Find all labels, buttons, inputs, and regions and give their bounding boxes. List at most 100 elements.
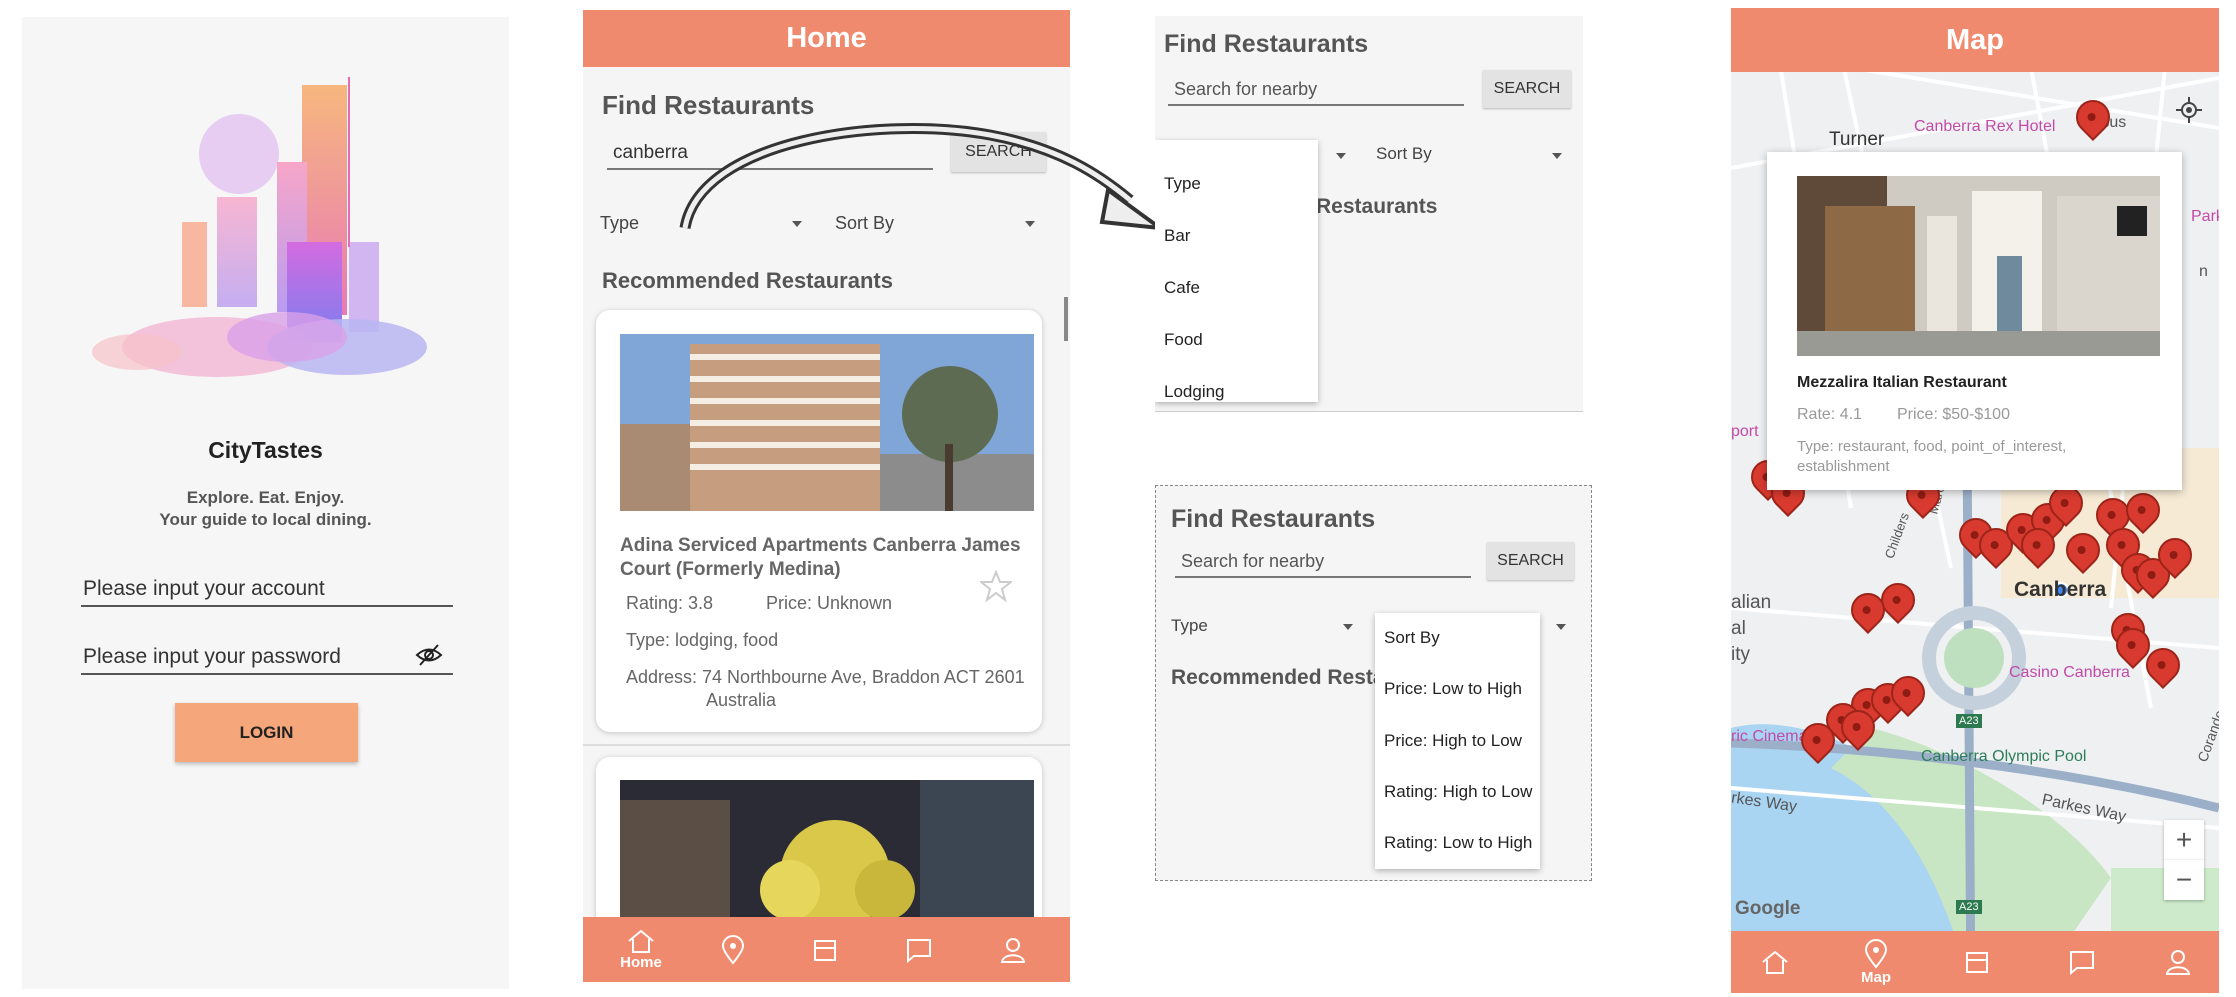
popup-type-line1: Type: restaurant, food, point_of_interes… bbox=[1797, 438, 2067, 455]
nav-home[interactable]: Home bbox=[601, 917, 681, 982]
city-illustration-logo bbox=[92, 77, 427, 377]
login-button[interactable]: LOGIN bbox=[175, 703, 358, 762]
find-restaurants-title: Find Restaurants bbox=[1164, 30, 1369, 58]
favorite-star-icon[interactable] bbox=[980, 570, 1012, 602]
search-placeholder: Search for nearby bbox=[1174, 79, 1318, 99]
popup-restaurant-name: Mezzalira Italian Restaurant bbox=[1797, 374, 2007, 391]
label-port: port bbox=[1731, 423, 1759, 440]
restaurant-photo bbox=[620, 334, 1034, 511]
nav-map[interactable]: Map bbox=[1836, 931, 1916, 993]
type-dropdown-caret-icon[interactable] bbox=[1336, 153, 1346, 159]
my-location-icon[interactable] bbox=[2174, 95, 2204, 125]
chat-icon bbox=[907, 938, 931, 963]
type-dropdown[interactable]: Type bbox=[600, 213, 639, 234]
restaurant-card[interactable]: Adina Serviced Apartments Canberra James… bbox=[596, 310, 1042, 732]
bottom-nav: Map bbox=[1731, 931, 2219, 993]
popup-rate: Rate: 4.1 bbox=[1797, 406, 1862, 423]
popup-price: Price: $50-$100 bbox=[1897, 406, 2010, 423]
nav-chat[interactable] bbox=[2052, 931, 2112, 993]
nav-profile[interactable] bbox=[983, 917, 1043, 982]
label-casino: Casino Canberra bbox=[2009, 664, 2130, 681]
home-icon bbox=[1762, 950, 1788, 974]
bottom-nav: Home bbox=[583, 917, 1070, 982]
home-header: Home bbox=[583, 10, 1070, 67]
restaurant-rating: Rating: 3.8 bbox=[626, 593, 714, 613]
person-icon bbox=[1000, 937, 1026, 963]
restaurant-name-line2: Court (Formerly Medina) bbox=[620, 559, 841, 580]
popup-type-line2: establishment bbox=[1797, 458, 1890, 475]
label-n: n bbox=[2199, 263, 2208, 280]
label-alian: alian bbox=[1731, 592, 1772, 613]
type-option-lodging[interactable]: Lodging bbox=[1164, 382, 1225, 402]
sort-dropdown-screen: Find Restaurants Search for nearby SEARC… bbox=[1155, 485, 1592, 881]
type-option-bar[interactable]: Bar bbox=[1164, 226, 1190, 246]
curved-arrow-annotation bbox=[679, 123, 1168, 231]
store-icon bbox=[814, 939, 836, 961]
label-a23: A23 bbox=[1956, 714, 1982, 728]
sort-dropdown-menu: Sort By Price: Low to High Price: High t… bbox=[1375, 613, 1540, 869]
sort-dropdown-caret-icon[interactable] bbox=[1552, 153, 1562, 159]
zoom-out-button[interactable]: − bbox=[2164, 860, 2204, 900]
nav-chat[interactable] bbox=[889, 917, 949, 982]
search-input[interactable]: Search for nearby bbox=[1175, 544, 1471, 578]
tagline-line1: Explore. Eat. Enjoy. bbox=[186, 488, 345, 507]
login-screen: CityTastes Explore. Eat. Enjoy. Your gui… bbox=[22, 17, 509, 989]
zoom-in-button[interactable]: + bbox=[2164, 820, 2204, 860]
label-al: al bbox=[1731, 618, 1746, 639]
restaurant-photo bbox=[620, 780, 1034, 920]
type-option-type[interactable]: Type bbox=[1164, 174, 1201, 194]
map-pin-icon bbox=[721, 934, 745, 965]
google-logo: Google bbox=[1735, 898, 1801, 919]
nav-map-label: Map bbox=[1861, 968, 1891, 986]
restaurant-address-line1: Address: 74 Northbourne Ave, Braddon ACT… bbox=[626, 667, 1025, 687]
nav-profile[interactable] bbox=[2148, 931, 2208, 993]
password-field[interactable]: Please input your password bbox=[81, 635, 453, 675]
restaurant-photo bbox=[1797, 176, 2160, 356]
restaurant-info-popup[interactable]: Mezzalira Italian Restaurant Rate: 4.1 P… bbox=[1767, 152, 2182, 490]
search-input[interactable]: Search for nearby bbox=[1168, 72, 1464, 106]
nav-map[interactable] bbox=[703, 917, 763, 982]
type-dropdown-caret-icon[interactable] bbox=[1343, 624, 1353, 630]
search-button[interactable]: SEARCH bbox=[1483, 70, 1571, 108]
type-dropdown[interactable]: Type bbox=[1171, 616, 1208, 636]
recommended-title-partial: Recommended Resta bbox=[1171, 666, 1385, 689]
nav-home[interactable] bbox=[1745, 931, 1805, 993]
map-header: Map bbox=[1731, 8, 2219, 72]
label-a23-south: A23 bbox=[1956, 900, 1982, 914]
search-placeholder: Search for nearby bbox=[1181, 551, 1325, 571]
divider bbox=[583, 744, 1070, 746]
sort-option-price-low-high[interactable]: Price: Low to High bbox=[1384, 679, 1522, 699]
type-option-food[interactable]: Food bbox=[1164, 330, 1203, 350]
type-option-cafe[interactable]: Cafe bbox=[1164, 278, 1200, 298]
account-field[interactable]: Please input your account bbox=[81, 567, 453, 607]
map-pin-icon bbox=[1864, 938, 1888, 969]
sort-option-sort-by[interactable]: Sort By bbox=[1384, 628, 1440, 648]
restaurant-type: Type: lodging, food bbox=[626, 630, 779, 650]
app-name: CityTastes bbox=[208, 437, 323, 463]
nav-store[interactable] bbox=[795, 917, 855, 982]
sort-dropdown-caret-icon[interactable] bbox=[1556, 624, 1566, 630]
search-button[interactable]: SEARCH bbox=[1487, 542, 1574, 580]
sort-option-price-high-low[interactable]: Price: High to Low bbox=[1384, 731, 1522, 751]
restaurant-price: Price: Unknown bbox=[766, 593, 893, 613]
password-placeholder: Please input your password bbox=[83, 645, 341, 668]
person-icon bbox=[2165, 950, 2191, 975]
type-dropdown-screen: Find Restaurants Search for nearby SEARC… bbox=[1155, 16, 1583, 412]
scrollbar[interactable] bbox=[1064, 297, 1068, 341]
eye-off-icon[interactable] bbox=[415, 642, 443, 668]
recommended-title: Recommended Restaurants bbox=[602, 268, 893, 293]
sort-option-rating-low-high[interactable]: Rating: Low to High bbox=[1384, 833, 1532, 853]
sort-dropdown[interactable]: Sort By bbox=[1376, 144, 1432, 164]
sort-option-rating-high-low[interactable]: Rating: High to Low bbox=[1384, 782, 1532, 802]
chat-icon bbox=[2070, 951, 2094, 975]
map-screen: Map Turner Canberra Rex Hotel Ipsus Park… bbox=[1731, 8, 2219, 993]
nav-store[interactable] bbox=[1947, 931, 2007, 993]
restaurant-address-line2: Australia bbox=[706, 690, 777, 710]
find-restaurants-title: Find Restaurants bbox=[1171, 505, 1376, 533]
restaurant-name-line1: Adina Serviced Apartments Canberra James bbox=[620, 535, 1021, 556]
nav-home-label: Home bbox=[620, 954, 662, 971]
tagline-line2: Your guide to local dining. bbox=[159, 510, 372, 529]
account-placeholder: Please input your account bbox=[83, 577, 325, 600]
find-restaurants-title: Find Restaurants bbox=[602, 90, 815, 120]
label-park: Park bbox=[2191, 208, 2219, 225]
